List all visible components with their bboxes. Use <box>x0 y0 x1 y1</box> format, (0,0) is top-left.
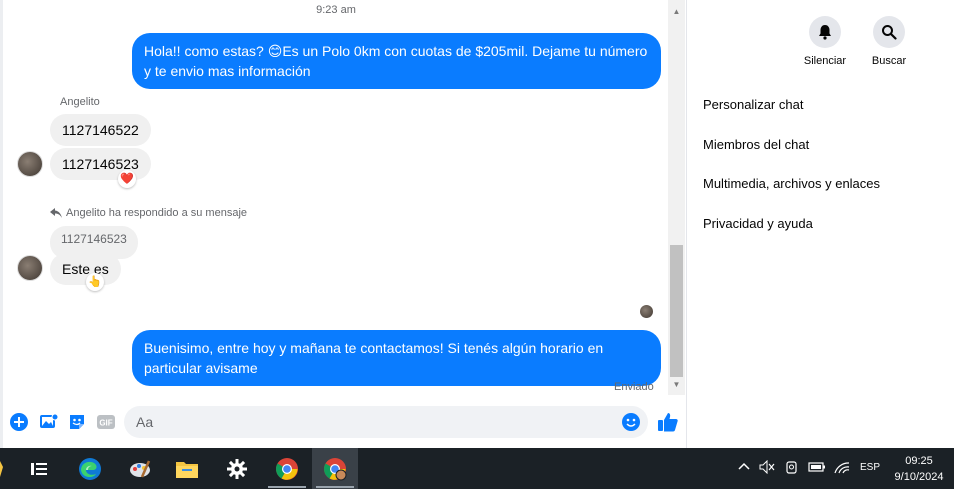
message-status: Enviado <box>614 381 654 393</box>
scroll-down-arrow-icon[interactable]: ▼ <box>668 377 685 393</box>
clock-time: 09:25 <box>905 455 933 467</box>
message-input-placeholder: Aa <box>136 414 154 430</box>
gif-icon[interactable]: GIF <box>96 412 116 432</box>
search-button[interactable]: Buscar <box>864 16 914 67</box>
taskbar: ESP 09:25 9/10/2024 <box>0 448 954 489</box>
clock-date: 9/10/2024 <box>894 471 944 483</box>
incoming-message[interactable]: 1127146523 <box>50 148 151 180</box>
heart-reaction-icon[interactable]: ❤️ <box>118 170 136 188</box>
show-hidden-icons-icon[interactable] <box>736 460 752 476</box>
edge-icon[interactable] <box>67 448 113 489</box>
chat-scrollbar[interactable]: ▲ ▼ <box>668 0 685 395</box>
svg-text:GIF: GIF <box>99 419 112 428</box>
message-timestamp: 9:23 am <box>316 4 356 16</box>
photo-icon[interactable] <box>38 412 59 432</box>
avatar[interactable] <box>17 151 43 177</box>
menu-item-media-files-links[interactable]: Multimedia, archivos y enlaces <box>703 176 880 191</box>
camera-icon[interactable] <box>784 460 800 476</box>
outgoing-message[interactable]: Buenisimo, entre hoy y mañana te contact… <box>132 330 661 386</box>
plus-icon[interactable] <box>9 412 29 432</box>
chrome-profile-icon[interactable] <box>312 448 358 489</box>
incoming-message[interactable]: 1127146522 <box>50 114 151 146</box>
message-composer: GIF Aa <box>0 400 686 444</box>
file-explorer-icon[interactable] <box>164 448 210 489</box>
search-icon <box>873 16 905 48</box>
reply-note: Angelito ha respondido a su mensaje <box>50 207 247 219</box>
wifi-icon[interactable] <box>834 460 850 476</box>
paint-icon[interactable] <box>117 448 163 489</box>
input-language[interactable]: ESP <box>860 462 880 473</box>
widget-icon[interactable] <box>0 448 14 489</box>
chat-details-panel: Silenciar Buscar Personalizar chat Miemb… <box>686 0 954 448</box>
bell-icon <box>809 16 841 48</box>
scroll-thumb[interactable] <box>670 245 683 377</box>
search-label: Buscar <box>871 55 907 67</box>
settings-icon[interactable] <box>214 448 260 489</box>
menu-item-customize-chat[interactable]: Personalizar chat <box>703 97 803 112</box>
left-edge <box>0 0 3 448</box>
emoji-icon[interactable] <box>622 413 640 431</box>
chat-window: 9:23 am Hola!! como estas? 😊Es un Polo 0… <box>0 0 686 448</box>
menu-item-privacy-help[interactable]: Privacidad y ayuda <box>703 216 813 231</box>
system-clock[interactable]: 09:25 9/10/2024 <box>888 453 950 485</box>
sender-name: Angelito <box>60 96 100 108</box>
reply-note-text: Angelito ha respondido a su mensaje <box>66 207 248 219</box>
volume-muted-icon[interactable] <box>759 459 775 476</box>
mute-button[interactable]: Silenciar <box>800 16 850 67</box>
message-input[interactable]: Aa <box>124 406 648 438</box>
chrome-icon[interactable] <box>264 448 310 489</box>
scroll-up-arrow-icon[interactable]: ▲ <box>668 4 685 20</box>
screen: 9:23 am Hola!! como estas? 😊Es un Polo 0… <box>0 0 954 489</box>
avatar[interactable] <box>17 255 43 281</box>
reply-arrow-icon <box>50 208 62 218</box>
like-icon[interactable] <box>657 411 678 432</box>
read-receipt-avatar <box>640 305 653 318</box>
pointing-up-reaction-icon[interactable]: 👆 <box>86 273 104 291</box>
outgoing-message[interactable]: Hola!! como estas? 😊Es un Polo 0km con c… <box>132 33 661 89</box>
menu-item-chat-members[interactable]: Miembros del chat <box>703 137 809 152</box>
sticker-icon[interactable] <box>67 412 87 432</box>
mute-label: Silenciar <box>803 55 847 67</box>
task-view-icon[interactable] <box>16 448 62 489</box>
battery-icon[interactable] <box>808 460 825 476</box>
